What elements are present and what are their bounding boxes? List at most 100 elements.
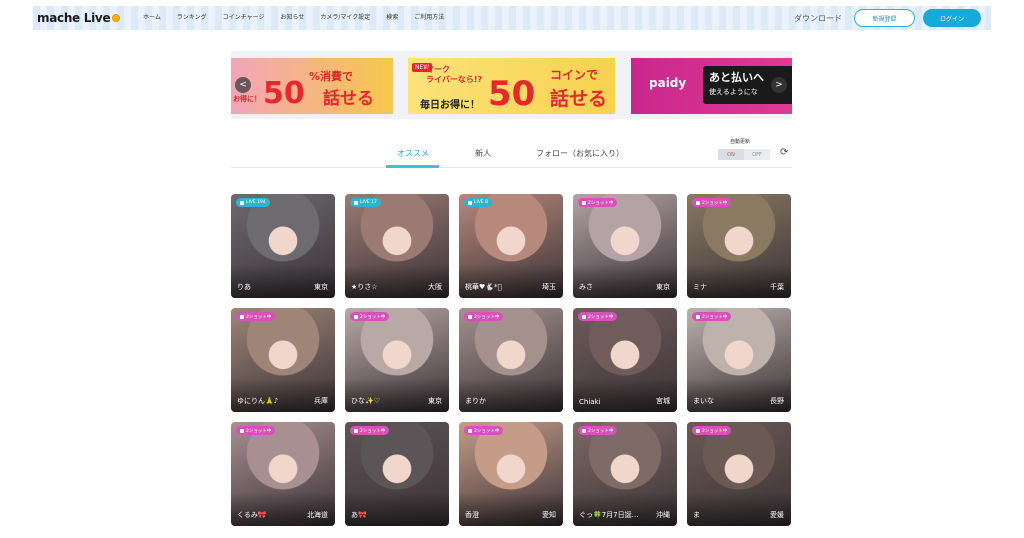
banner-coin-consumption[interactable]: %消費で お得に！ 50 話せる [231,58,393,114]
status-badge: 2ショット中 [692,426,732,435]
performer-name: ミナ [693,283,707,291]
refresh-icon[interactable]: ⟳ [780,147,792,159]
performer-card[interactable]: 2ショット中 まりか [459,308,563,412]
tab-newcomers[interactable]: 新人 [475,148,491,159]
card-shade [231,378,335,412]
banner-new-mark[interactable]: NEW マーク ライバーなら!? 毎日お得に！ コインで 50 話せる [408,58,615,114]
banner-big-number: 50 [263,76,305,111]
paidy-line-2: 使えるようにな [709,88,758,96]
status-badge: 2ショット中 [350,426,390,435]
status-badge: 2ショット中 [578,312,618,321]
card-shade [687,492,791,526]
performer-card[interactable]: 2ショット中 ひな✨♡ 東京 [345,308,449,412]
performer-name: まいな [693,397,714,405]
banner-tail-text: お得に！ [233,95,261,103]
nav-home[interactable]: ホーム [135,6,169,30]
performer-card[interactable]: 2ショット中 くるみ🎀 北海道 [231,422,335,526]
performer-card[interactable]: 2ショット中 ミナ 千葉 [687,194,791,298]
login-button[interactable]: ログイン [923,9,981,27]
logo-text: mache Live [37,11,111,25]
status-badge: LIVE 8 [464,198,493,207]
toggle-off[interactable]: OFF [744,149,770,160]
toggle-on[interactable]: ON [718,149,744,160]
status-badge: 2ショット中 [236,426,276,435]
register-button[interactable]: 新規登録 [854,9,915,27]
performer-name: あ🎀 [351,511,367,519]
card-shade [573,264,677,298]
performer-card[interactable]: 2ショット中 まいな 長野 [687,308,791,412]
badge-icon [696,428,700,433]
status-badge: 2ショット中 [464,426,504,435]
status-badge: 2ショット中 [464,312,504,321]
performer-prefecture: 東京 [656,283,670,291]
performer-prefecture: 埼玉 [542,283,556,291]
badge-icon [468,314,472,319]
badge-icon [240,428,244,433]
banner-liver-text: ライバーなら!? [426,75,483,84]
performer-card[interactable]: 2ショット中 ま 愛媛 [687,422,791,526]
banner-small-text: %消費で [309,70,354,83]
download-link[interactable]: ダウンロード [794,13,842,24]
nav-search[interactable]: 検索 [378,6,406,30]
badge-icon [354,428,358,433]
banner-big-suffix: 話せる [323,89,374,109]
badge-icon [696,200,700,205]
card-shade [345,264,449,298]
performer-name: みさ [579,283,593,291]
card-shade [459,492,563,526]
performer-name: くるみ🎀 [237,511,267,519]
carousel-prev-button[interactable]: < [235,77,251,93]
performer-prefecture: 宮城 [656,397,670,405]
performer-prefecture: 東京 [428,397,442,405]
card-shade [573,492,677,526]
nav-how-to-use[interactable]: ご利用方法 [406,6,452,30]
performer-prefecture: 兵庫 [314,397,328,405]
carousel-next-button[interactable]: > [771,77,787,93]
banner-big-suffix: 話せる [550,88,608,110]
badge-icon [468,428,472,433]
badge-icon [240,200,244,205]
auto-update-toggle[interactable]: ON OFF [718,149,770,160]
performer-prefecture: 東京 [314,283,328,291]
nav-ranking[interactable]: ランキング [169,6,215,30]
card-shade [573,378,677,412]
performer-card[interactable]: LIVE 17 ★りさ☆ 大阪 [345,194,449,298]
performer-name: ★りさ☆ [351,283,378,291]
auto-update-label: 自動更新 [730,139,751,145]
nav-news[interactable]: お知らせ [272,6,312,30]
status-badge: LIVE 194 [236,198,270,207]
performer-name: 桃華♥🐇*゚ [465,283,502,291]
card-shade [345,378,449,412]
performer-card[interactable]: 2ショット中 香澄 愛知 [459,422,563,526]
badge-icon [354,200,358,205]
tab-recommended[interactable]: オススメ [397,148,429,159]
performer-card[interactable]: 2ショット中 あ🎀 [345,422,449,526]
performer-prefecture: 沖縄 [656,511,670,519]
performer-name: りあ [237,283,251,291]
performer-prefecture: 大阪 [428,283,442,291]
banner-paidy[interactable]: paidy あと払いへ 使えるようにな [631,58,792,114]
nav-coin-charge[interactable]: コインチャージ [215,6,273,30]
performer-prefecture: 北海道 [307,511,328,519]
performer-card[interactable]: 2ショット中 ゆにりん🙏♪ 兵庫 [231,308,335,412]
card-shade [459,378,563,412]
performer-name: ひな✨♡ [351,397,380,405]
card-shade [345,492,449,526]
main-nav: ホーム ランキング コインチャージ お知らせ カメラ/マイク設定 検索 ご利用方… [135,6,452,30]
performer-prefecture: 愛媛 [770,511,784,519]
header-actions: ダウンロード 新規登録 ログイン [794,9,981,27]
nav-camera-settings[interactable]: カメラ/マイク設定 [312,6,378,30]
performer-card[interactable]: LIVE 194 りあ 東京 [231,194,335,298]
performer-card[interactable]: 2ショット中 Chiaki 宮城 [573,308,677,412]
logo[interactable]: mache Live [37,11,129,25]
performer-card[interactable]: 2ショット中 みさ 東京 [573,194,677,298]
performer-name: 香澄 [465,511,479,519]
performer-name: ゆにりん🙏♪ [237,397,279,405]
tab-following[interactable]: フォロー（お気に入り） [536,148,624,159]
performer-card[interactable]: 2ショット中 ぐっ🍀7月7日誕… 沖縄 [573,422,677,526]
card-shade [687,378,791,412]
badge-icon [582,314,586,319]
card-shade [687,264,791,298]
performer-card[interactable]: LIVE 8 桃華♥🐇*゚ 埼玉 [459,194,563,298]
card-shade [459,264,563,298]
